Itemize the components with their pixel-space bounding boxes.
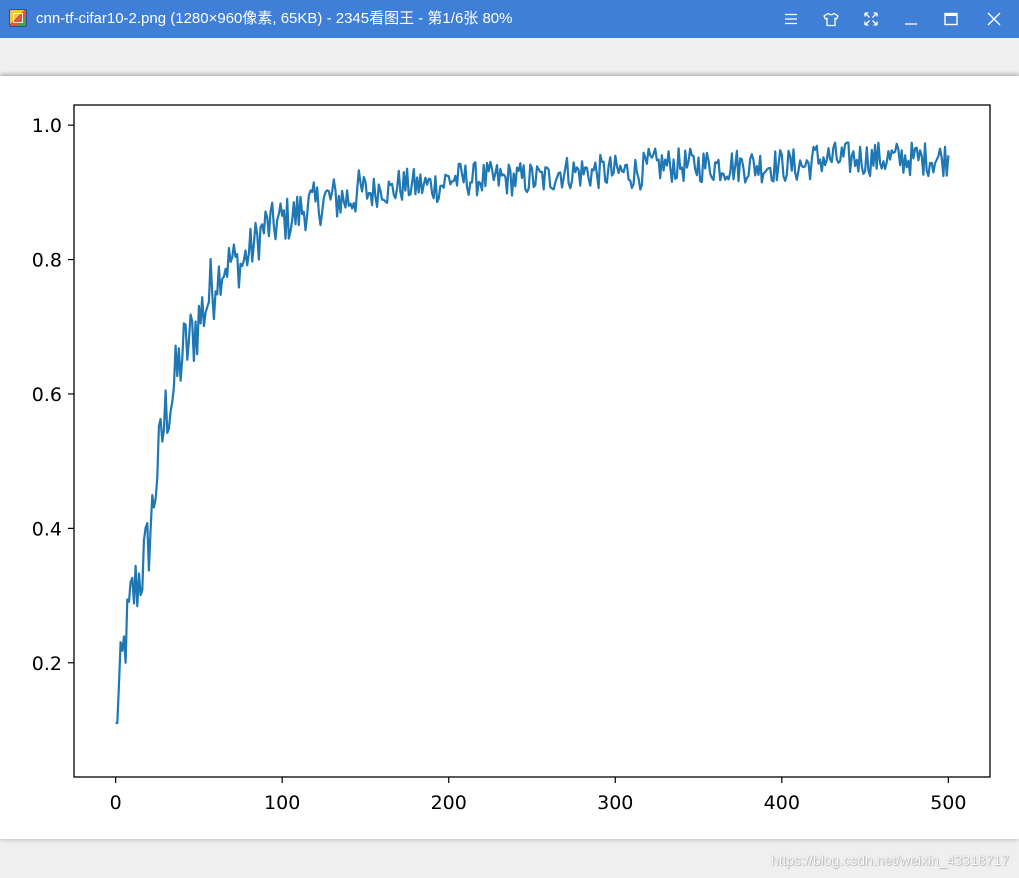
y-tick-label: 0.2 [32,653,62,675]
x-tick-label: 400 [764,792,800,814]
minimize-icon [904,12,918,26]
x-tick-label: 100 [264,792,300,814]
fullscreen-button[interactable] [856,4,886,34]
y-tick-label: 0.6 [32,384,62,406]
maximize-icon [944,12,958,26]
series-line [115,141,950,725]
title-bar[interactable]: cnn-tf-cifar10-2.png (1280×960像素, 65KB) … [0,0,1019,38]
y-tick-label: 0.8 [32,250,62,272]
image-viewer-app-icon [9,9,27,27]
menu-button[interactable] [776,4,806,34]
y-tick-label: 0.4 [32,518,62,540]
x-tick-label: 500 [930,792,966,814]
menu-icon [784,13,798,25]
x-axis-ticks: 0 100 200 300 400 500 [110,777,966,814]
skin-button[interactable] [816,4,846,34]
skin-icon [823,12,839,27]
maximize-button[interactable] [936,4,966,34]
minimize-button[interactable] [896,4,926,34]
image-canvas[interactable]: 0 100 200 300 400 500 0.2 0.4 0.6 0.8 1.0 [0,76,1019,839]
fullscreen-icon [864,12,878,26]
close-button[interactable] [979,4,1009,34]
window-title: cnn-tf-cifar10-2.png (1280×960像素, 65KB) … [36,10,513,27]
y-axis-ticks: 0.2 0.4 0.6 0.8 1.0 [32,115,74,675]
x-tick-label: 200 [431,792,467,814]
viewer-background [0,38,1019,73]
x-tick-label: 0 [110,792,122,814]
plot-frame [73,104,991,778]
accuracy-line-chart: 0 100 200 300 400 500 0.2 0.4 0.6 0.8 1.0 [32,104,991,814]
watermark-url: https://blog.csdn.net/weixin_43318717 [770,852,1009,868]
x-tick-label: 300 [597,792,633,814]
y-tick-label: 1.0 [32,115,62,137]
close-icon [987,12,1001,26]
